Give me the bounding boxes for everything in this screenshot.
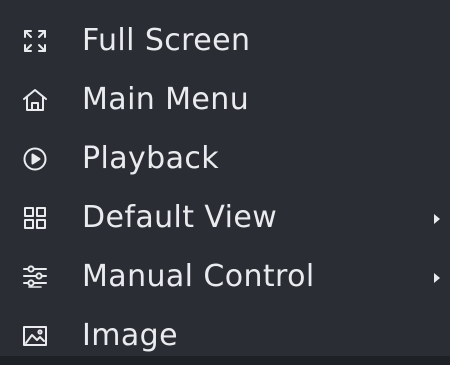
- submenu-arrow-icon: [434, 273, 440, 283]
- home-icon: [22, 87, 48, 113]
- grid-view-icon: [22, 205, 48, 231]
- menu-item-label: Main Menu: [82, 82, 250, 117]
- context-menu: Full Screen Main Menu Playback Default V…: [0, 0, 450, 356]
- menu-item-image[interactable]: Image: [0, 307, 450, 365]
- menu-item-playback[interactable]: Playback: [0, 130, 450, 188]
- sliders-icon: [22, 264, 48, 290]
- menu-item-label: Full Screen: [82, 23, 251, 58]
- fullscreen-icon: [22, 28, 48, 54]
- menu-item-default-view[interactable]: Default View: [0, 189, 450, 247]
- menu-item-label: Default View: [82, 200, 278, 235]
- menu-item-label: Image: [82, 318, 178, 353]
- submenu-arrow-icon: [434, 214, 440, 224]
- play-circle-icon: [22, 146, 48, 172]
- menu-item-main-menu[interactable]: Main Menu: [0, 71, 450, 129]
- image-icon: [22, 323, 48, 349]
- menu-item-label: Manual Control: [82, 259, 315, 294]
- menu-item-full-screen[interactable]: Full Screen: [0, 12, 450, 70]
- menu-item-label: Playback: [82, 141, 220, 176]
- menu-item-manual-control[interactable]: Manual Control: [0, 248, 450, 306]
